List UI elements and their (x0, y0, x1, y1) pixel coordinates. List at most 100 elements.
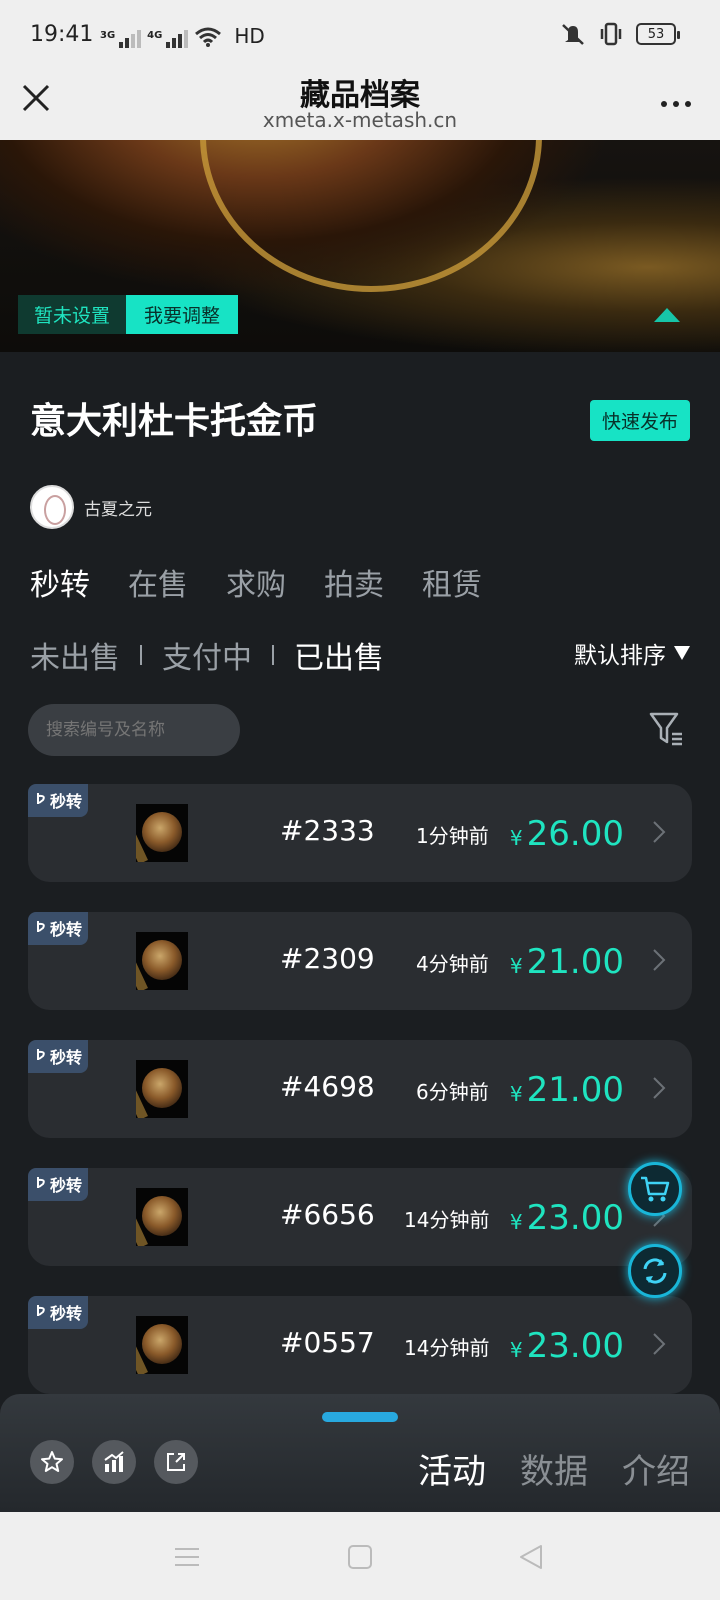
tab-rental[interactable]: 租赁 (422, 560, 482, 604)
network-indicators: 3G 4G HD (100, 24, 265, 48)
quick-publish-button[interactable]: 快速发布 (589, 400, 690, 441)
creator-name[interactable]: 古夏之元 (84, 495, 152, 520)
list-item[interactable]: 秒转 #0557 14分钟前 ¥23.00 (28, 1296, 692, 1394)
cart-icon (641, 1176, 670, 1202)
wifi-icon (195, 27, 222, 47)
share-icon (167, 1453, 185, 1471)
cart-button[interactable] (628, 1162, 682, 1216)
tab-intro[interactable]: 介绍 (622, 1444, 690, 1493)
item-number: #2333 (280, 814, 375, 847)
back-icon[interactable] (516, 1542, 546, 1572)
adjust-button[interactable]: 我要调整 (126, 295, 239, 334)
creator-info[interactable]: 古夏之元 (30, 485, 152, 529)
page-url: xmeta.x-metash.cn (262, 108, 458, 132)
chevron-up-icon[interactable] (654, 308, 680, 322)
main-tabs: 秒转 在售 求购 拍卖 租赁 (30, 560, 482, 604)
collection-banner: 暂未设置 我要调整 (0, 140, 720, 352)
bottom-panel: 活动 数据 介绍 (0, 1394, 720, 1512)
list-item[interactable]: 秒转 #2309 4分钟前 ¥21.00 (28, 912, 692, 1010)
list-item[interactable]: 秒转 #2333 1分钟前 ¥26.00 (28, 784, 692, 882)
favorite-button[interactable] (30, 1440, 74, 1484)
tab-instant-transfer[interactable]: 秒转 (30, 560, 90, 604)
chart-icon (104, 1451, 124, 1472)
signal-3g-icon: 3G (100, 30, 142, 48)
sub-tabs: 未出售 支付中 已出售 (30, 633, 384, 677)
filter-icon[interactable] (648, 710, 686, 748)
chevron-right-icon[interactable] (652, 820, 666, 844)
divider (140, 645, 142, 665)
hd-indicator: HD (234, 24, 265, 48)
vibrate-icon (600, 22, 622, 46)
sort-dropdown[interactable]: 默认排序 (574, 636, 690, 670)
instant-badge: 秒转 (28, 1168, 89, 1201)
item-price: ¥26.00 (509, 814, 624, 854)
tag-unset: 暂未设置 (18, 295, 127, 334)
instant-badge: 秒转 (28, 784, 89, 817)
subtab-sold[interactable]: 已出售 (294, 633, 384, 677)
battery-icon: 53 (636, 23, 680, 45)
item-price: ¥21.00 (509, 1070, 624, 1110)
item-price: ¥21.00 (509, 942, 624, 982)
bolt-icon (37, 921, 45, 932)
instant-badge: 秒转 (28, 1040, 89, 1073)
signal-4g-icon: 4G (147, 30, 189, 48)
more-icon[interactable] (658, 86, 694, 122)
avatar[interactable] (30, 485, 74, 529)
item-time: 1分钟前 (416, 824, 489, 848)
star-icon (41, 1451, 63, 1472)
chevron-right-icon[interactable] (652, 1332, 666, 1356)
caret-down-icon[interactable] (674, 646, 690, 660)
menu-icon[interactable] (172, 1542, 202, 1572)
item-number: #0557 (280, 1326, 375, 1359)
item-price: ¥23.00 (509, 1198, 624, 1238)
bottom-tabs: 活动 数据 介绍 (418, 1444, 690, 1493)
title-bar: 藏品档案 xmeta.x-metash.cn (0, 70, 720, 140)
list-item[interactable]: 秒转 #6656 14分钟前 ¥23.00 (28, 1168, 692, 1266)
item-thumbnail (136, 1188, 188, 1246)
list-item[interactable]: 秒转 #4698 6分钟前 ¥21.00 (28, 1040, 692, 1138)
item-time: 6分钟前 (416, 1080, 489, 1104)
item-number: #4698 (280, 1070, 375, 1103)
sort-label[interactable]: 默认排序 (574, 636, 666, 670)
instant-badge: 秒转 (28, 1296, 89, 1329)
bolt-icon (37, 1305, 45, 1316)
status-bar: 19:41 3G 4G HD 53 (0, 0, 720, 70)
collection-name: 意大利杜卡托金币 (30, 401, 319, 442)
bolt-icon (37, 1049, 45, 1060)
item-thumbnail (136, 1316, 188, 1374)
status-time: 19:41 (30, 22, 94, 47)
item-number: #2309 (280, 942, 375, 975)
item-thumbnail (136, 932, 188, 990)
banner-tags: 暂未设置 我要调整 (18, 295, 239, 334)
instant-badge: 秒转 (28, 912, 89, 945)
home-icon[interactable] (345, 1542, 375, 1572)
refresh-icon (643, 1258, 667, 1284)
item-thumbnail (136, 804, 188, 862)
chevron-right-icon[interactable] (652, 1076, 666, 1100)
subtab-unsold[interactable]: 未出售 (30, 633, 120, 677)
tab-wanted[interactable]: 求购 (226, 560, 286, 604)
subtab-paying[interactable]: 支付中 (162, 633, 252, 677)
share-button[interactable] (154, 1440, 198, 1484)
chart-button[interactable] (92, 1440, 136, 1484)
tab-on-sale[interactable]: 在售 (128, 560, 188, 604)
item-time: 14分钟前 (404, 1208, 490, 1232)
mute-icon (562, 24, 584, 45)
system-nav-bar (0, 1512, 720, 1600)
bolt-icon (37, 793, 45, 804)
drag-handle[interactable] (322, 1412, 398, 1422)
chevron-right-icon[interactable] (652, 948, 666, 972)
bolt-icon (37, 1177, 45, 1188)
tab-auction[interactable]: 拍卖 (324, 560, 384, 604)
tab-activity[interactable]: 活动 (418, 1444, 486, 1493)
search-input[interactable] (28, 704, 240, 756)
item-thumbnail (136, 1060, 188, 1118)
item-price: ¥23.00 (509, 1326, 624, 1366)
divider (272, 645, 274, 665)
item-time: 14分钟前 (404, 1336, 490, 1360)
status-right-icons: 53 (560, 22, 680, 46)
item-time: 4分钟前 (416, 952, 489, 976)
refresh-button[interactable] (628, 1244, 682, 1298)
item-number: #6656 (280, 1198, 375, 1231)
tab-data[interactable]: 数据 (520, 1444, 588, 1493)
